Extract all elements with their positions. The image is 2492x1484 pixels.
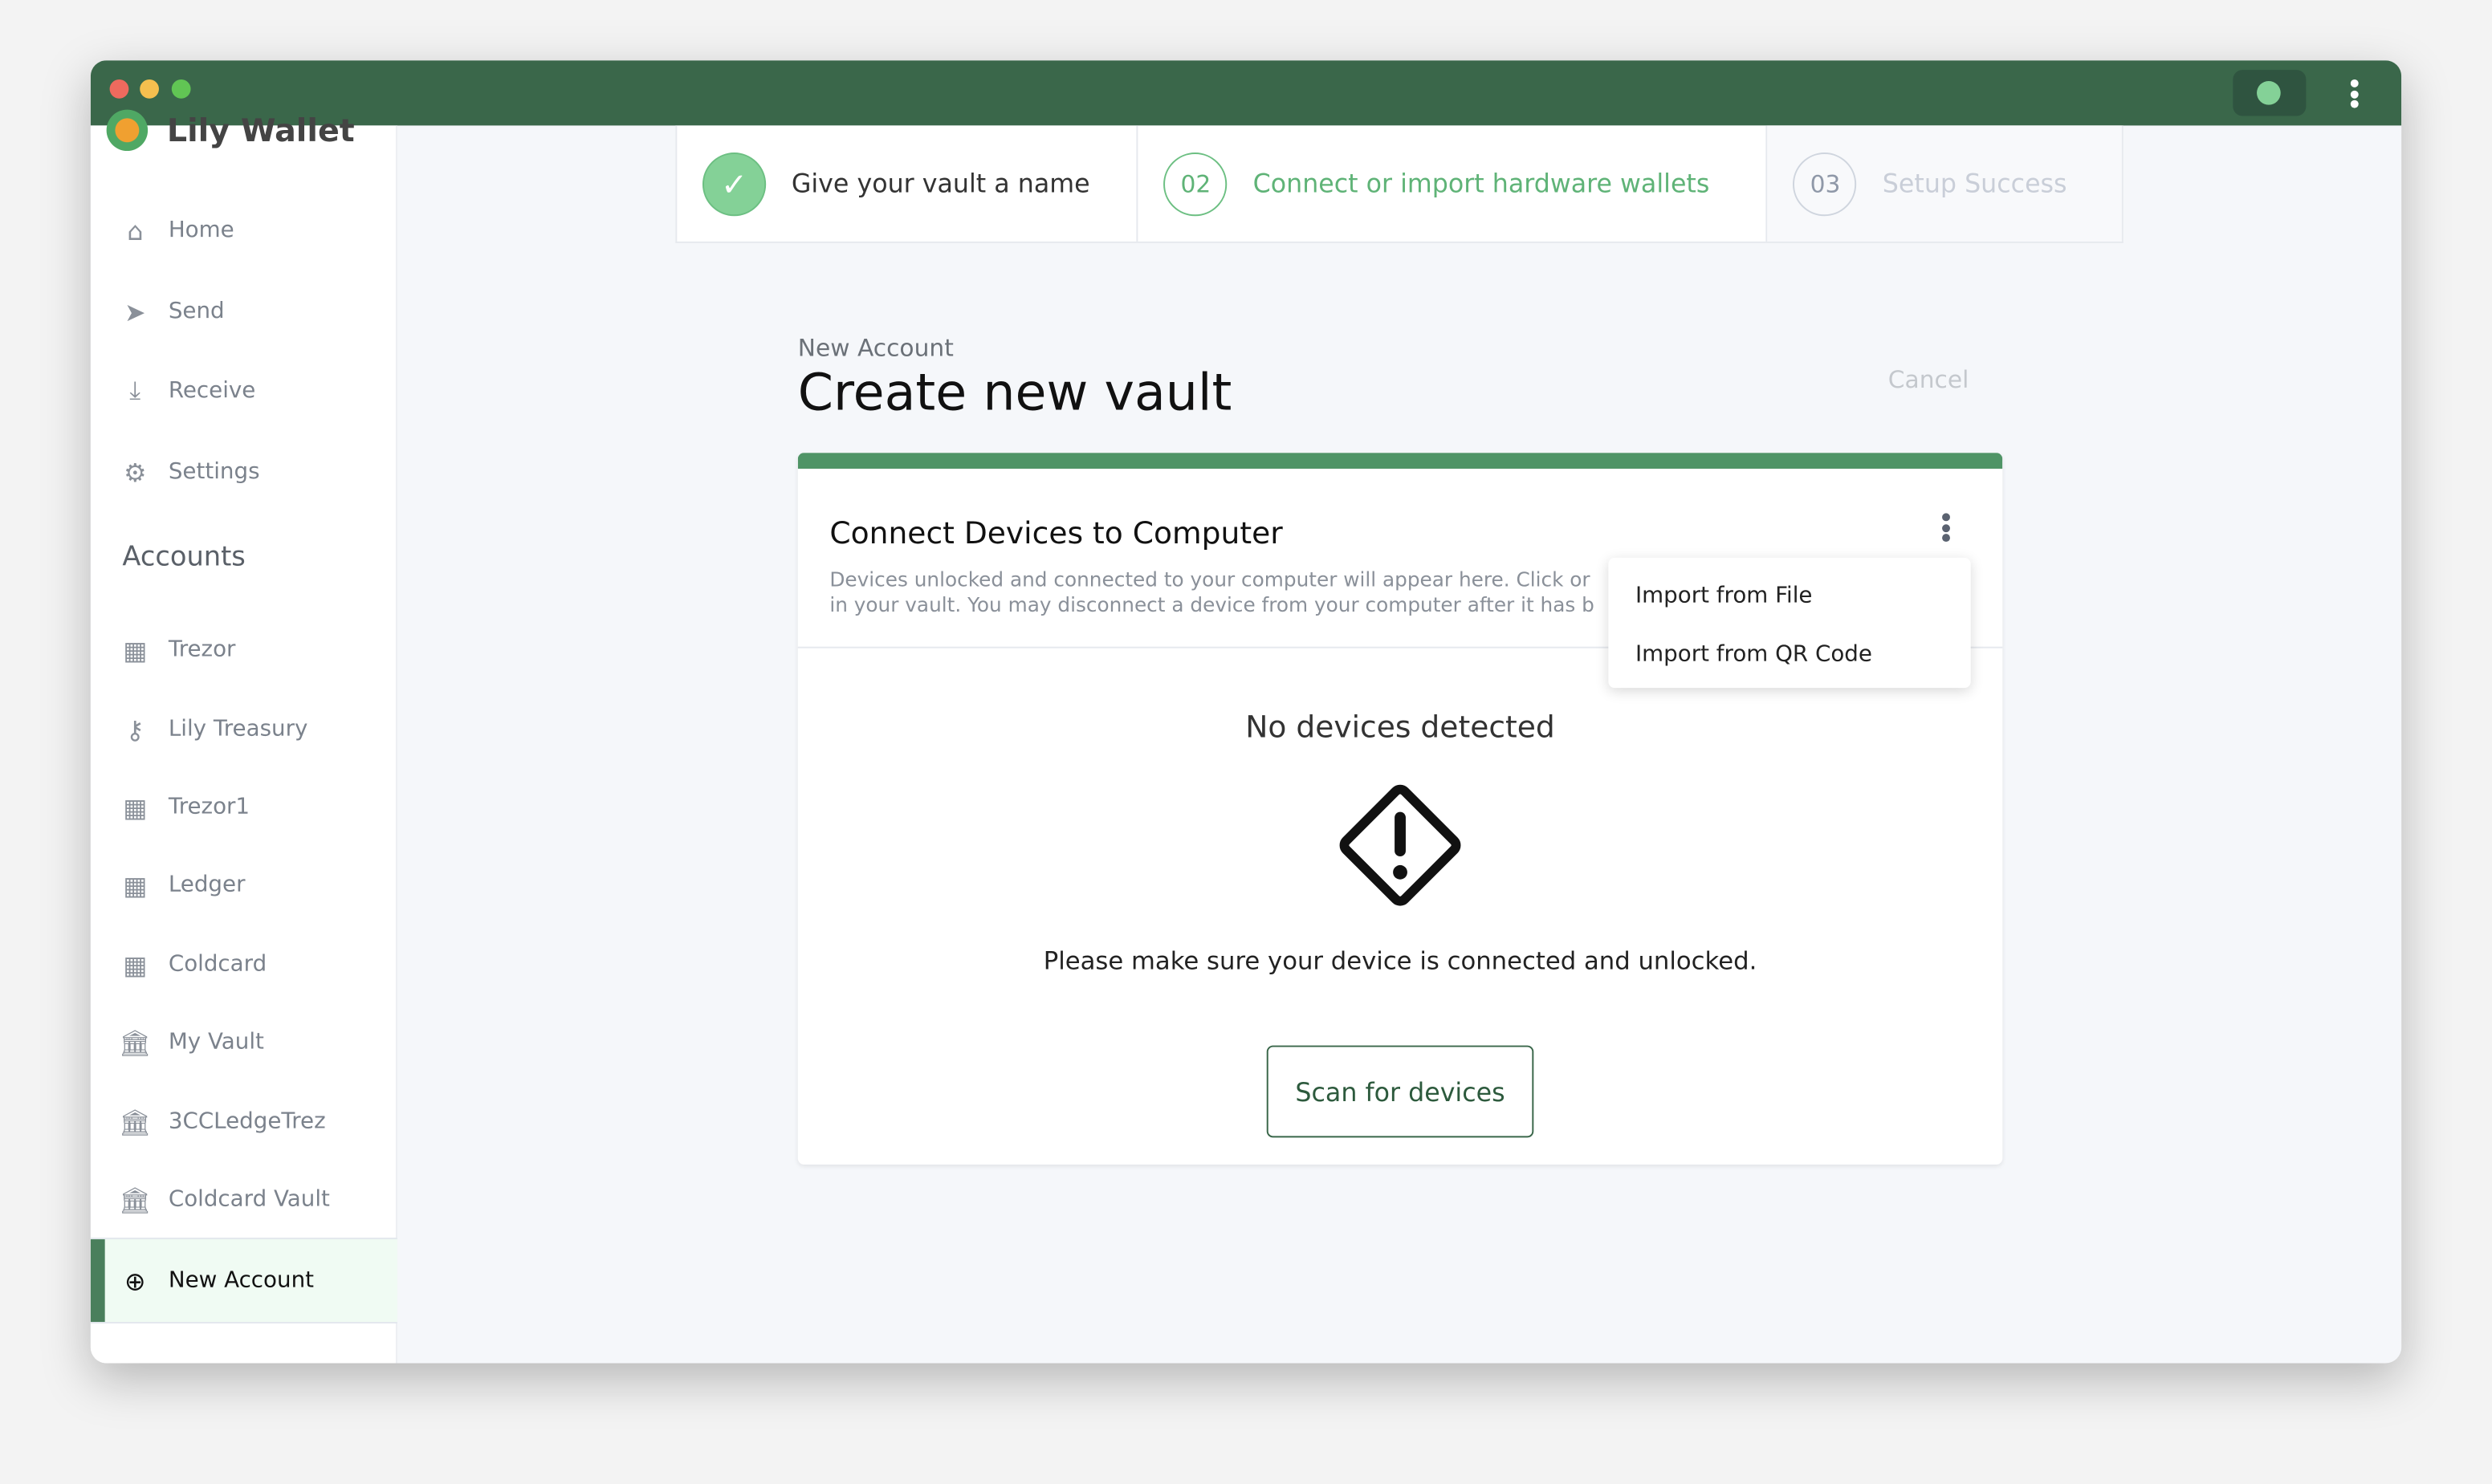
download-icon: ⤓: [129, 375, 141, 405]
sidebar-item-send[interactable]: ➤ Send: [91, 279, 397, 343]
options-dropdown: Import from File Import from QR Code: [1608, 557, 1971, 689]
nav-label: Home: [168, 218, 234, 243]
accounts-heading: Accounts: [122, 542, 246, 574]
check-icon: ✓: [702, 152, 767, 216]
nav-label: Receive: [168, 378, 256, 404]
bank-icon: 🏛: [119, 1184, 152, 1215]
step-3: 03 Setup Success: [1768, 125, 2122, 242]
calculator-icon: ▦: [123, 869, 148, 901]
step-label: Connect or import hardware wallets: [1252, 168, 1710, 199]
lily-logo-icon: [106, 109, 149, 152]
cancel-button[interactable]: Cancel: [1888, 365, 1969, 394]
logo[interactable]: Lily Wallet: [106, 109, 355, 152]
card-title: Connect Devices to Computer: [829, 516, 1283, 551]
nav-label: Send: [168, 299, 225, 324]
sidebar-account-3ccledgetrez[interactable]: 🏛 3CCLedgeTrez: [91, 1090, 397, 1153]
step-label: Setup Success: [1882, 168, 2067, 199]
sidebar-account-trezor1[interactable]: ▦ Trezor1: [91, 775, 397, 839]
bank-icon: 🏛: [119, 1106, 152, 1137]
app-window: Lily Wallet ⌂ Home ➤ Send ⤓ Receive ⚙ Settin…: [90, 60, 2402, 1364]
step-label: Give your vault a name: [791, 168, 1090, 199]
send-icon: ➤: [124, 296, 146, 327]
account-label: 3CCLedgeTrez: [168, 1108, 326, 1135]
warning-diamond-icon: [1339, 784, 1461, 906]
empty-title: No devices detected: [1245, 709, 1555, 746]
account-label: Trezor: [168, 636, 236, 663]
connection-status-button[interactable]: [2233, 70, 2307, 116]
step-number: 02: [1163, 152, 1228, 216]
scan-devices-button[interactable]: Scan for devices: [1266, 1045, 1534, 1138]
step-1: ✓ Give your vault a name: [677, 125, 1139, 242]
nav-label: Settings: [168, 459, 260, 485]
sidebar-account-ledger[interactable]: ▦ Ledger: [91, 853, 397, 917]
account-label: Lily Treasury: [168, 716, 308, 742]
progress-stepper: ✓ Give your vault a name 02 Connect or i…: [675, 125, 2123, 243]
maximize-window-button[interactable]: [171, 79, 191, 99]
sidebar-account-my-vault[interactable]: 🏛 My Vault: [91, 1010, 397, 1074]
sidebar-item-receive[interactable]: ⤓ Receive: [91, 359, 397, 422]
connect-devices-card: Connect Devices to Computer Devices unlo…: [797, 453, 2003, 1165]
step-number: 03: [1793, 152, 1858, 216]
sidebar-account-trezor[interactable]: ▦ Trezor: [91, 618, 397, 681]
logo-text: Lily Wallet: [166, 111, 355, 150]
title-bar: [90, 60, 2402, 126]
bank-icon: 🏛: [119, 1027, 152, 1058]
window-menu-button[interactable]: [2350, 79, 2360, 108]
empty-message: Please make sure your device is connecte…: [1043, 946, 1757, 976]
menu-item-import-qr[interactable]: Import from QR Code: [1608, 626, 1970, 685]
nav-label: New Account: [168, 1267, 315, 1294]
page-subtitle: New Account: [797, 333, 954, 363]
sidebar-account-coldcard[interactable]: ▦ Coldcard: [91, 933, 397, 996]
minimize-window-button[interactable]: [140, 79, 159, 99]
menu-item-import-file[interactable]: Import from File: [1608, 567, 1970, 626]
close-window-button[interactable]: [109, 79, 129, 99]
card-description: Devices unlocked and connected to your c…: [829, 567, 1594, 617]
step-2: 02 Connect or import hardware wallets: [1138, 125, 1769, 242]
calculator-icon: ▦: [123, 949, 148, 980]
key-icon: ⚷: [125, 714, 145, 745]
home-icon: ⌂: [127, 215, 144, 246]
account-label: Ledger: [168, 872, 246, 898]
gear-icon: ⚙: [124, 457, 147, 487]
sidebar-item-home[interactable]: ⌂ Home: [91, 198, 397, 262]
sidebar: Lily Wallet ⌂ Home ➤ Send ⤓ Receive ⚙ Settin…: [90, 109, 397, 1364]
account-label: Coldcard Vault: [168, 1186, 330, 1213]
sidebar-account-coldcard-vault[interactable]: 🏛 Coldcard Vault: [91, 1168, 397, 1231]
page-title: Create new vault: [797, 362, 1232, 423]
status-dot-icon: [2257, 80, 2281, 105]
sidebar-item-settings[interactable]: ⚙ Settings: [91, 440, 397, 503]
account-label: Coldcard: [168, 951, 267, 978]
account-label: My Vault: [168, 1029, 264, 1055]
account-label: Trezor1: [168, 794, 250, 820]
calculator-icon: ▦: [123, 634, 148, 665]
more-options-button[interactable]: [1942, 513, 1950, 544]
sidebar-item-new-account[interactable]: ⊕ New Account: [90, 1238, 397, 1324]
sidebar-account-lily-treasury[interactable]: ⚷ Lily Treasury: [91, 697, 397, 761]
plus-circle-icon: ⊕: [124, 1265, 146, 1296]
calculator-icon: ▦: [123, 791, 148, 823]
